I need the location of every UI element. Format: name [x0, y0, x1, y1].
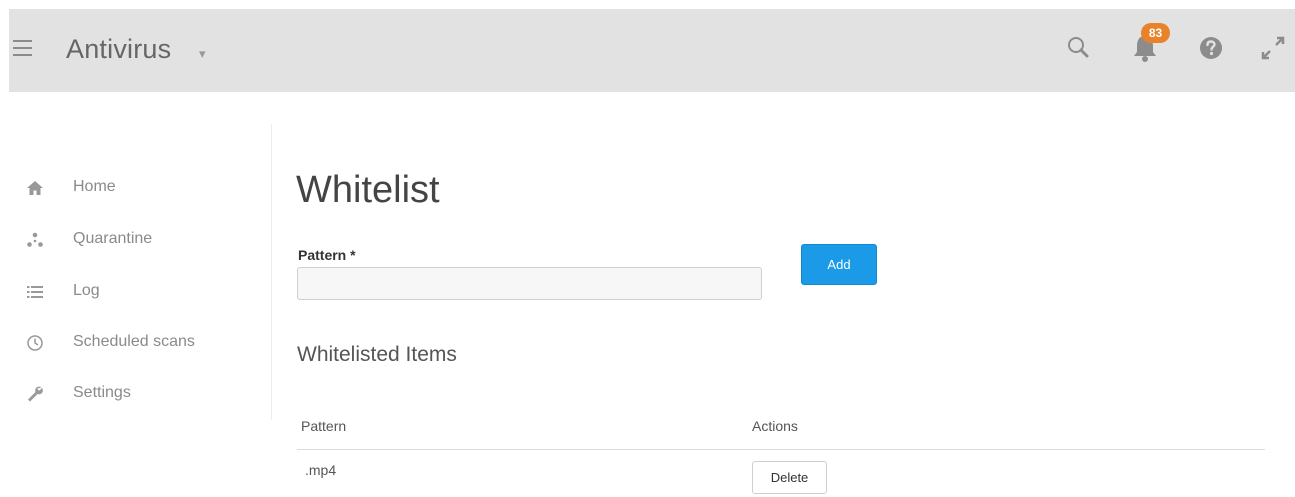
sidebar-item-label: Scheduled scans: [73, 333, 195, 350]
sidebar-item-label: Quarantine: [73, 230, 153, 247]
section-title: Whitelisted Items: [297, 343, 457, 366]
table-row: .mp4 Delete: [297, 450, 1265, 494]
chevron-down-icon[interactable]: ▾: [199, 46, 206, 62]
sidebar-item-label: Home: [73, 178, 116, 195]
expand-icon[interactable]: [1257, 32, 1289, 64]
top-bar: Antivirus ▾ 83: [9, 9, 1295, 92]
sidebar: Home Quarantine Log Scheduled scans Sett…: [0, 124, 272, 420]
sidebar-item-scheduled-scans[interactable]: Scheduled scans: [0, 328, 260, 358]
help-icon[interactable]: [1195, 32, 1227, 64]
clock-icon: [25, 333, 45, 353]
search-icon[interactable]: [1063, 32, 1095, 64]
pattern-input[interactable]: [297, 267, 762, 300]
column-header-actions: Actions: [752, 418, 798, 434]
app-title[interactable]: Antivirus: [66, 34, 171, 65]
column-header-pattern: Pattern: [301, 418, 347, 434]
whitelist-table: Pattern Actions .mp4 Delete: [297, 408, 1265, 494]
sidebar-item-label: Settings: [73, 384, 131, 401]
page-title: Whitelist: [296, 169, 440, 211]
quarantine-icon: [25, 230, 45, 250]
sidebar-item-quarantine[interactable]: Quarantine: [0, 225, 260, 255]
sidebar-item-home[interactable]: Home: [0, 173, 260, 203]
list-icon: [25, 282, 45, 302]
pattern-cell: .mp4: [305, 462, 337, 478]
hamburger-menu-icon[interactable]: [13, 40, 32, 57]
wrench-icon: [25, 384, 45, 404]
sidebar-item-log[interactable]: Log: [0, 277, 260, 307]
pattern-label: Pattern *: [298, 247, 356, 263]
notification-badge: 83: [1141, 23, 1170, 43]
delete-button[interactable]: Delete: [752, 461, 827, 494]
table-header: Pattern Actions: [297, 408, 1265, 450]
home-icon: [25, 178, 45, 198]
sidebar-item-label: Log: [73, 282, 100, 299]
add-button[interactable]: Add: [801, 244, 877, 285]
sidebar-item-settings[interactable]: Settings: [0, 379, 260, 409]
